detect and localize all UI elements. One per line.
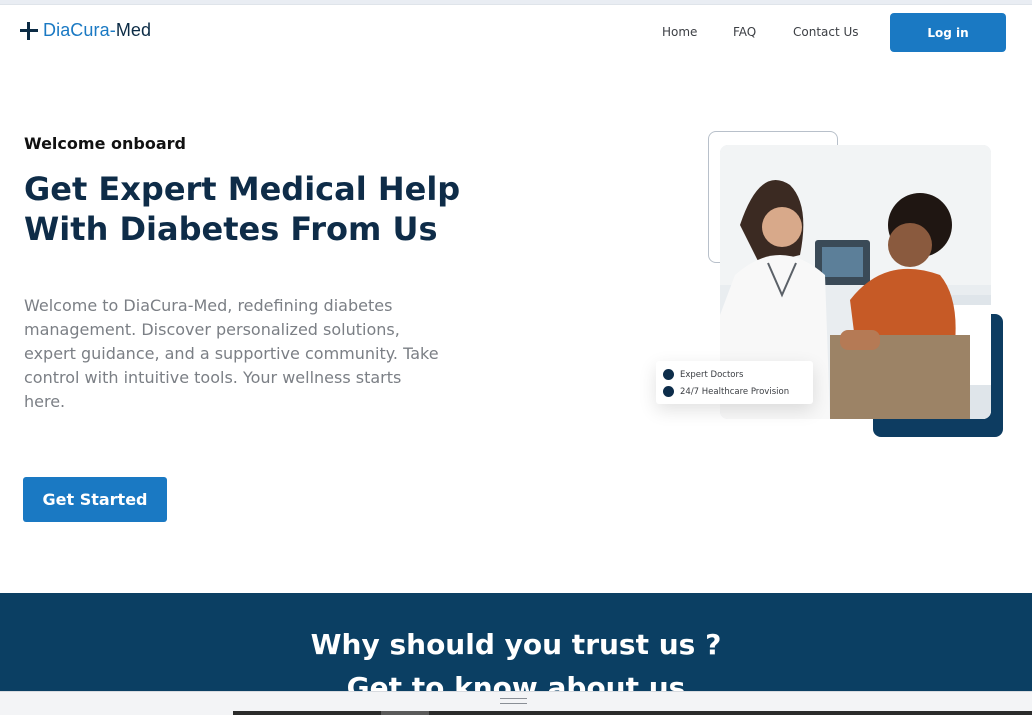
hero-intro: Welcome to DiaCura-Med, redefining diabe… (24, 296, 439, 411)
feature-item: 24/7 Healthcare Provision (663, 383, 813, 400)
bullet-dot-icon (663, 386, 674, 397)
hero-eyebrow: Welcome onboard (24, 134, 186, 153)
get-started-button[interactable]: Get Started (23, 477, 167, 522)
nav-home-link[interactable]: Home (662, 25, 697, 39)
login-button[interactable]: Log in (890, 13, 1006, 52)
nav-faq-link[interactable]: FAQ (733, 25, 756, 39)
trust-title: Why should you trust us ? (310, 628, 722, 661)
taskbar-segment (381, 711, 429, 715)
hero-headline: Get Expert Medical Help With Diabetes Fr… (24, 170, 461, 248)
brand-name-part1: DiaCura- (43, 20, 116, 40)
feature-item: Expert Doctors (663, 366, 813, 383)
taskbar-strip (233, 711, 1032, 715)
brand-logo[interactable]: DiaCura-Med (19, 20, 151, 41)
bullet-dot-icon (663, 369, 674, 380)
brand-name: DiaCura-Med (43, 20, 151, 41)
site-header: DiaCura-Med Home FAQ Contact Us Log in (0, 5, 1032, 60)
trust-section: Why should you trust us ? Get to know ab… (0, 593, 1032, 691)
brand-name-part2: Med (115, 20, 152, 40)
features-card: Expert Doctors 24/7 Healthcare Provision (656, 361, 813, 404)
trust-subtitle: Get to know about us (346, 671, 686, 691)
feature-label: 24/7 Healthcare Provision (680, 386, 790, 397)
drag-handle-icon[interactable] (500, 698, 527, 704)
plus-cross-icon (19, 21, 39, 41)
nav-contact-link[interactable]: Contact Us (793, 25, 859, 39)
feature-label: Expert Doctors (680, 369, 744, 380)
